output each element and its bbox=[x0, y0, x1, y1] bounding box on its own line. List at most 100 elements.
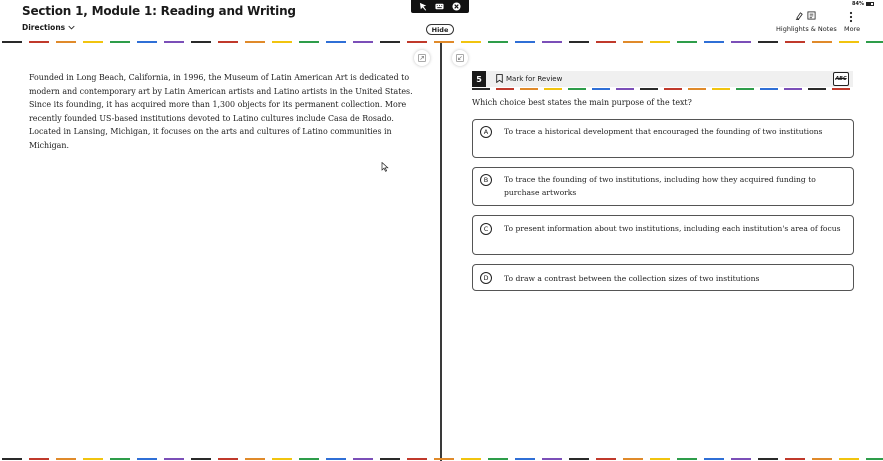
dash-segment bbox=[29, 41, 49, 43]
dash-segment bbox=[839, 458, 859, 460]
collapse-icon bbox=[456, 54, 464, 62]
dash-segment bbox=[592, 88, 610, 90]
dash-segment bbox=[616, 88, 634, 90]
dash-segment bbox=[191, 458, 211, 460]
dash-segment bbox=[704, 458, 724, 460]
dash-segment bbox=[272, 458, 292, 460]
dash-segment bbox=[353, 458, 373, 460]
dash-segment bbox=[326, 41, 346, 43]
dash-segment bbox=[56, 458, 76, 460]
choice-letter-d: D bbox=[480, 271, 492, 284]
choice-text-a: To trace a historical development that e… bbox=[504, 127, 823, 136]
dash-segment bbox=[866, 41, 883, 43]
mouse-cursor-icon bbox=[381, 162, 389, 172]
dash-segment bbox=[812, 41, 832, 43]
choice-c[interactable]: C To present information about two insti… bbox=[472, 215, 854, 255]
dash-segment bbox=[29, 458, 49, 460]
highlighter-icon bbox=[795, 12, 803, 20]
dash-segment bbox=[785, 41, 805, 43]
choice-text-d: To draw a contrast between the collectio… bbox=[504, 273, 760, 283]
passage-text: Founded in Long Beach, California, in 19… bbox=[29, 73, 413, 150]
expand-question-button[interactable] bbox=[452, 50, 468, 66]
dash-segment bbox=[83, 458, 103, 460]
dash-segment bbox=[110, 41, 130, 43]
dash-segment bbox=[137, 458, 157, 460]
dash-segment bbox=[650, 458, 670, 460]
dash-segment bbox=[472, 88, 490, 90]
dash-segment bbox=[866, 458, 883, 460]
dash-segment bbox=[407, 41, 427, 43]
answer-eliminator-button[interactable]: ABC bbox=[833, 72, 849, 86]
expand-passage-button[interactable] bbox=[414, 50, 430, 66]
pointer-icon[interactable] bbox=[419, 2, 428, 11]
choice-letter-b: B bbox=[480, 174, 492, 186]
choice-d[interactable]: D To draw a contrast between the collect… bbox=[472, 264, 854, 291]
dash-segment bbox=[784, 88, 802, 90]
chevron-down-icon bbox=[68, 25, 75, 30]
dash-segment bbox=[520, 88, 538, 90]
dash-segment bbox=[760, 88, 778, 90]
dash-segment bbox=[56, 41, 76, 43]
dash-segment bbox=[461, 458, 481, 460]
hide-button[interactable]: Hide bbox=[426, 24, 454, 35]
dash-segment bbox=[137, 41, 157, 43]
question-prompt: Which choice best states the main purpos… bbox=[472, 98, 692, 107]
dash-segment bbox=[704, 41, 724, 43]
dash-segment bbox=[731, 41, 751, 43]
highlights-notes-button[interactable]: Highlights & Notes bbox=[776, 25, 837, 33]
expand-icon bbox=[418, 54, 426, 62]
highlights-icons[interactable] bbox=[795, 11, 816, 20]
close-circle-icon[interactable] bbox=[452, 2, 461, 11]
dash-segment bbox=[191, 41, 211, 43]
directions-toggle[interactable]: Directions bbox=[22, 23, 75, 32]
dash-segment bbox=[731, 458, 751, 460]
dash-segment bbox=[164, 41, 184, 43]
dash-segment bbox=[272, 41, 292, 43]
screen-toolbar bbox=[411, 0, 469, 13]
dash-segment bbox=[640, 88, 658, 90]
footer-dashed-divider bbox=[2, 458, 883, 460]
notes-icon bbox=[807, 11, 816, 20]
dash-segment bbox=[712, 88, 730, 90]
dash-segment bbox=[569, 458, 589, 460]
choice-a[interactable]: A To trace a historical development that… bbox=[472, 119, 854, 158]
dash-segment bbox=[245, 41, 265, 43]
pane-divider[interactable] bbox=[440, 43, 442, 461]
dash-segment bbox=[110, 458, 130, 460]
dash-segment bbox=[326, 458, 346, 460]
dash-segment bbox=[542, 458, 562, 460]
dash-segment bbox=[677, 41, 697, 43]
dash-segment bbox=[353, 41, 373, 43]
dash-segment bbox=[808, 88, 826, 90]
choice-text-c: To present information about two institu… bbox=[504, 224, 841, 233]
dash-segment bbox=[434, 41, 454, 43]
dash-segment bbox=[688, 88, 706, 90]
dash-segment bbox=[515, 41, 535, 43]
choice-b[interactable]: B To trace the founding of two instituti… bbox=[472, 167, 854, 206]
battery-percent: 84% bbox=[852, 1, 864, 7]
dash-segment bbox=[736, 88, 754, 90]
dash-segment bbox=[596, 458, 616, 460]
dash-segment bbox=[832, 88, 850, 90]
mark-for-review-label: Mark for Review bbox=[506, 74, 563, 83]
dash-segment bbox=[299, 41, 319, 43]
dash-segment bbox=[434, 458, 454, 460]
more-button[interactable]: More bbox=[844, 25, 860, 33]
dash-segment bbox=[488, 41, 508, 43]
dash-segment bbox=[569, 41, 589, 43]
mark-for-review-button[interactable]: Mark for Review bbox=[496, 74, 562, 83]
dash-segment bbox=[461, 41, 481, 43]
choice-text-b: To trace the founding of two institution… bbox=[504, 175, 816, 197]
choice-letter-a: A bbox=[480, 126, 492, 138]
dash-segment bbox=[568, 88, 586, 90]
vertical-dots-icon[interactable] bbox=[849, 11, 853, 23]
dash-segment bbox=[2, 41, 22, 43]
dash-segment bbox=[407, 458, 427, 460]
keyboard-icon[interactable] bbox=[435, 2, 445, 11]
dash-segment bbox=[496, 88, 514, 90]
dash-segment bbox=[299, 458, 319, 460]
dash-segment bbox=[542, 41, 562, 43]
bookmark-icon bbox=[496, 74, 503, 83]
battery-status: 84% bbox=[852, 1, 874, 7]
dash-segment bbox=[623, 458, 643, 460]
